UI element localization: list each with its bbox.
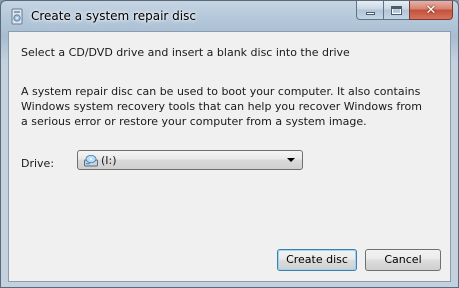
chevron-down-icon[interactable] xyxy=(287,158,295,162)
drive-selected-value: (I:) xyxy=(101,154,117,167)
drive-label: Drive: xyxy=(21,157,55,170)
description-text: A system repair disc can be used to boot… xyxy=(21,85,422,128)
close-icon: ✕ xyxy=(425,2,437,18)
dialog-window: Create a system repair disc ✕ Select a C… xyxy=(0,0,459,288)
dialog-content: Select a CD/DVD drive and insert a blank… xyxy=(8,31,451,282)
maximize-button[interactable] xyxy=(383,1,409,20)
cancel-button[interactable]: Cancel xyxy=(365,249,441,271)
title-bar[interactable]: Create a system repair disc ✕ xyxy=(1,1,458,31)
minimize-icon xyxy=(365,11,375,15)
repair-disc-app-icon xyxy=(11,8,23,25)
window-title: Create a system repair disc xyxy=(31,9,196,23)
drive-dropdown[interactable]: (I:) xyxy=(77,150,303,170)
create-disc-button[interactable]: Create disc xyxy=(277,249,357,271)
maximize-icon xyxy=(391,5,402,15)
caption-buttons: ✕ xyxy=(356,1,453,20)
instruction-heading: Select a CD/DVD drive and insert a blank… xyxy=(21,46,350,59)
optical-drive-icon xyxy=(84,155,98,167)
close-button[interactable]: ✕ xyxy=(409,1,453,20)
minimize-button[interactable] xyxy=(356,1,383,20)
